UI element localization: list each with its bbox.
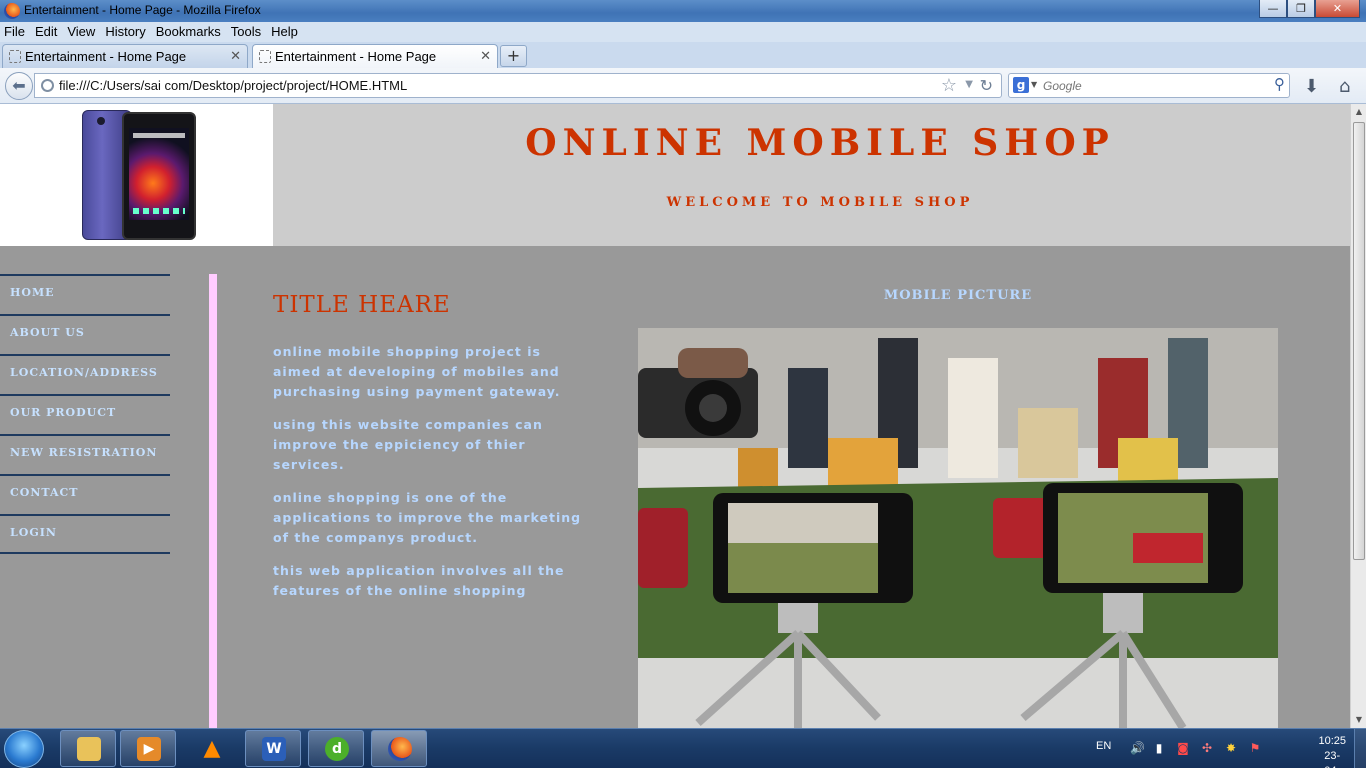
engine-dropdown-icon[interactable]: ▼ [1031, 80, 1037, 89]
window-title-bar: Entertainment - Home Page - Mozilla Fire… [0, 0, 1366, 22]
folder-icon [77, 737, 101, 761]
nav-login-link[interactable]: LOGIN [0, 514, 170, 554]
language-indicator[interactable]: EN [1096, 740, 1111, 752]
tab-label: Entertainment - Home Page [25, 49, 187, 64]
scroll-up-icon[interactable]: ▲ [1351, 104, 1366, 120]
tab-label: Entertainment - Home Page [275, 49, 437, 64]
vertical-divider [209, 274, 217, 728]
globe-icon [41, 79, 54, 92]
tab-1[interactable]: Entertainment - Home Page ✕ [2, 44, 248, 68]
taskbar-clock[interactable]: 10:25 23-04-2016 [1318, 734, 1346, 768]
scroll-thumb[interactable] [1353, 122, 1365, 560]
download-icon[interactable]: ⬇ [1304, 76, 1319, 97]
menu-tools[interactable]: Tools [227, 22, 265, 42]
google-icon[interactable]: g [1013, 77, 1029, 93]
dreamweaver-icon: d [325, 737, 349, 761]
firefox-icon [388, 737, 412, 761]
article-body: online mobile shopping project is aimed … [273, 342, 593, 614]
taskbar-explorer[interactable] [60, 730, 116, 767]
new-tab-button[interactable]: + [500, 45, 527, 67]
taskbar-media-player[interactable]: ▶ [120, 730, 176, 767]
firefox-icon [4, 3, 20, 19]
web-page: ONLINE MOBILE SHOP WELCOME TO MOBILE SHO… [0, 104, 1350, 728]
nav-location-link[interactable]: LOCATION/ADDRESS [0, 354, 170, 394]
taskbar-firefox[interactable] [371, 730, 427, 767]
bookmark-star-icon[interactable]: ☆ [941, 75, 957, 96]
home-icon[interactable]: ⌂ [1339, 76, 1350, 97]
navigation-toolbar: ⬅ file:///C:/Users/sai com/Desktop/proje… [0, 68, 1366, 104]
minimize-button[interactable]: — [1259, 0, 1287, 18]
article-paragraph: using this website companies can improve… [273, 417, 543, 472]
page-icon [259, 50, 271, 63]
vlc-cone-icon: ▲ [203, 736, 221, 761]
url-text: file:///C:/Users/sai com/Desktop/project… [59, 78, 408, 93]
clock-date: 23-04-2016 [1324, 750, 1341, 768]
search-placeholder: Google [1043, 79, 1082, 93]
article-title: TITLE HEARE [273, 292, 451, 318]
site-header: ONLINE MOBILE SHOP WELCOME TO MOBILE SHO… [0, 104, 1350, 246]
reload-icon[interactable]: ↻ [980, 76, 993, 95]
show-desktop-button[interactable] [1354, 729, 1366, 768]
site-title: ONLINE MOBILE SHOP [525, 122, 1115, 164]
nav-product-link[interactable]: OUR PRODUCT [0, 394, 170, 434]
taskbar-word[interactable]: W [245, 730, 301, 767]
close-tab-icon[interactable]: ✕ [230, 48, 241, 64]
menu-file[interactable]: File [0, 22, 29, 42]
network-icon[interactable]: ✣ [1200, 741, 1214, 755]
close-tab-icon[interactable]: ✕ [480, 48, 491, 64]
address-bar[interactable]: file:///C:/Users/sai com/Desktop/project… [34, 73, 1002, 98]
article-paragraph: this web application involves all the fe… [273, 563, 565, 598]
history-dropdown-icon[interactable]: ▼ [965, 79, 973, 90]
close-button[interactable]: ✕ [1315, 0, 1360, 18]
site-subtitle: WELCOME TO MOBILE SHOP [666, 195, 974, 210]
tab-strip: Entertainment - Home Page ✕ Entertainmen… [0, 42, 1366, 69]
mobile-picture [638, 328, 1278, 728]
page-icon [9, 50, 21, 63]
header-phone-image [0, 104, 273, 246]
nav-contact-link[interactable]: CONTACT [0, 474, 170, 514]
article-paragraph: online mobile shopping project is aimed … [273, 344, 561, 399]
menu-bookmarks[interactable]: Bookmarks [152, 22, 225, 42]
vertical-scrollbar[interactable]: ▲ ▼ [1350, 104, 1366, 728]
window-title: Entertainment - Home Page - Mozilla Fire… [24, 3, 261, 17]
taskbar-dreamweaver[interactable]: d [308, 730, 364, 767]
menu-help[interactable]: Help [267, 22, 302, 42]
phones-on-tripods-photo [638, 328, 1278, 728]
menu-history[interactable]: History [101, 22, 149, 42]
nav-about-link[interactable]: ABOUT US [0, 314, 170, 354]
article-paragraph: online shopping is one of the applicatio… [273, 490, 582, 545]
clock-time: 10:25 [1318, 735, 1346, 747]
search-icon[interactable]: ⚲ [1274, 75, 1285, 93]
phone-front-image [122, 112, 196, 240]
volume-icon[interactable]: 🔊 [1130, 741, 1145, 755]
back-button[interactable]: ⬅ [5, 72, 33, 100]
maximize-button[interactable]: ❐ [1287, 0, 1315, 18]
menu-bar: File Edit View History Bookmarks Tools H… [0, 22, 1366, 42]
word-icon: W [262, 737, 286, 761]
antivirus-icon[interactable]: ◙ [1176, 741, 1190, 755]
battery-icon[interactable]: ▮ [1152, 741, 1166, 755]
picture-caption: MOBILE PICTURE [883, 288, 1033, 303]
action-center-flag-icon[interactable]: ⚑ [1248, 741, 1262, 755]
search-bar[interactable]: g ▼ Google ⚲ [1008, 73, 1290, 98]
window-controls: — ❐ ✕ [1259, 0, 1360, 18]
nav-home-link[interactable]: HOME [0, 274, 170, 314]
side-navigation: HOME ABOUT US LOCATION/ADDRESS OUR PRODU… [0, 274, 170, 554]
start-button[interactable] [4, 730, 44, 768]
nav-registration-link[interactable]: NEW RESISTRATION [0, 434, 170, 474]
media-player-icon: ▶ [137, 737, 161, 761]
menu-edit[interactable]: Edit [31, 22, 61, 42]
tab-2[interactable]: Entertainment - Home Page ✕ [252, 44, 498, 69]
windows-taskbar: ▶ ▲ W d EN 🔊 ▮ ◙ ✣ ✸ ⚑ 10:25 23-04-2016 [0, 728, 1366, 768]
taskbar-vlc[interactable]: ▲ [183, 730, 239, 767]
notification-icon[interactable]: ✸ [1224, 741, 1238, 755]
scroll-down-icon[interactable]: ▼ [1351, 712, 1366, 728]
menu-view[interactable]: View [63, 22, 99, 42]
